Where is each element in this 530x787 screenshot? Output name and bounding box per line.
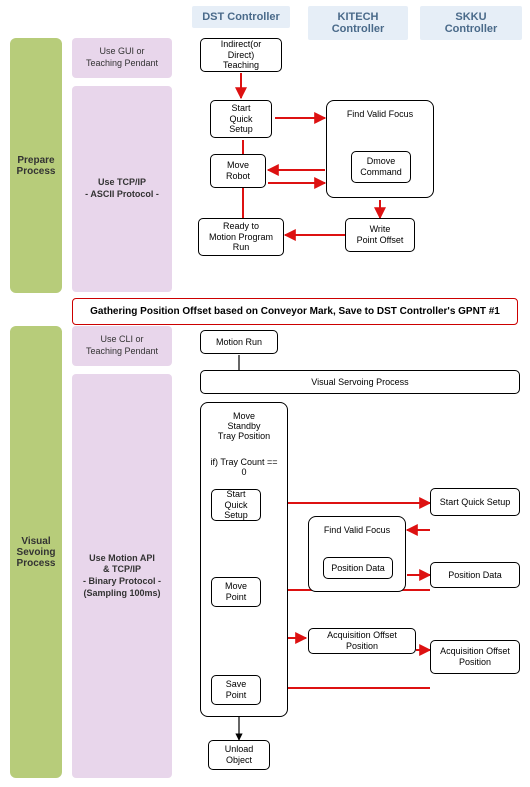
node-write-point-offset: WritePoint Offset bbox=[345, 218, 415, 252]
node-motion-run: Motion Run bbox=[200, 330, 278, 354]
node-tray-count-cond: if) Tray Count == 0 bbox=[207, 457, 281, 477]
node-move-robot: MoveRobot bbox=[210, 154, 266, 188]
node-dmove-command: DmoveCommand bbox=[351, 151, 411, 183]
protocol-tcp-label: Use TCP/IP- ASCII Protocol - bbox=[85, 177, 159, 200]
node-unload-object: UnloadObject bbox=[208, 740, 270, 770]
column-header-skku: SKKU Controller bbox=[420, 6, 522, 40]
protocol-api: Use Motion API& TCP/IP- Binary Protocol … bbox=[72, 374, 172, 778]
phase-visual-servoing: VisualSevoingProcess bbox=[10, 326, 62, 778]
protocol-cli: Use CLI orTeaching Pendant bbox=[72, 326, 172, 366]
banner-position-offset: Gathering Position Offset based on Conve… bbox=[72, 298, 518, 325]
protocol-gui-label: Use GUI orTeaching Pendant bbox=[86, 46, 158, 69]
protocol-api-label: Use Motion API& TCP/IP- Binary Protocol … bbox=[83, 553, 161, 600]
node-skku-start-quick-setup: Start Quick Setup bbox=[430, 488, 520, 516]
node-find-valid-focus: Find Valid Focus bbox=[337, 109, 423, 119]
phase-vs-label: VisualSevoingProcess bbox=[13, 532, 60, 573]
column-header-dst: DST Controller bbox=[192, 6, 290, 28]
node-start-quick-setup: StartQuick Setup bbox=[210, 100, 272, 138]
node-skku-position-data: Position Data bbox=[430, 562, 520, 588]
kitech-focus-group: Find Valid Focus Position Data bbox=[308, 516, 406, 592]
kitech-prepare-group: Find Valid Focus DmoveCommand bbox=[326, 100, 434, 198]
node-vs-process: Visual Servoing Process bbox=[200, 370, 520, 394]
protocol-cli-label: Use CLI orTeaching Pendant bbox=[86, 334, 158, 357]
phase-prepare-label: PrepareProcess bbox=[13, 151, 60, 181]
node-kitech-acq-offset: Acquisition Offset Position bbox=[308, 628, 416, 654]
node-move-standby: MoveStandbyTray Position bbox=[207, 411, 281, 441]
node-vs-find-valid-focus: Find Valid Focus bbox=[315, 525, 399, 535]
phase-prepare: PrepareProcess bbox=[10, 38, 62, 293]
node-skku-acq-offset: Acquisition Offset Position bbox=[430, 640, 520, 674]
node-kitech-position-data: Position Data bbox=[323, 557, 393, 579]
protocol-gui: Use GUI orTeaching Pendant bbox=[72, 38, 172, 78]
dst-vs-group: MoveStandbyTray Position if) Tray Count … bbox=[200, 402, 288, 717]
node-ready-motion-program: Ready toMotion ProgramRun bbox=[198, 218, 284, 256]
node-teaching: Indirect(or Direct)Teaching bbox=[200, 38, 282, 72]
column-header-kitech: KITECH Controller bbox=[308, 6, 408, 40]
node-move-point: MovePoint bbox=[211, 577, 261, 607]
protocol-tcp: Use TCP/IP- ASCII Protocol - bbox=[72, 86, 172, 292]
node-vs-start-quick-setup: StartQuick Setup bbox=[211, 489, 261, 521]
node-save-point: SavePoint bbox=[211, 675, 261, 705]
